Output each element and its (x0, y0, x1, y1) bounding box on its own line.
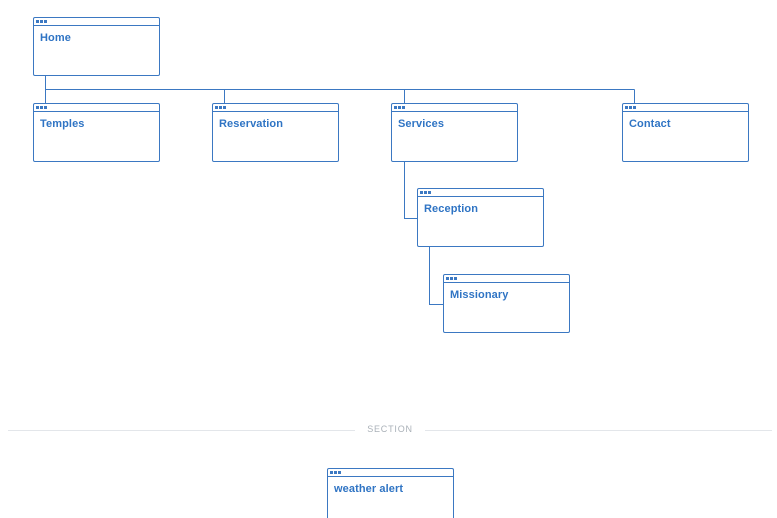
node-reception[interactable]: Reception (417, 188, 544, 247)
node-weather-alert-label: weather alert (334, 483, 404, 495)
node-contact-titlebar (623, 104, 748, 112)
node-weather-alert[interactable]: weather alert (327, 468, 454, 518)
window-dots-icon (36, 106, 47, 109)
node-temples-label: Temples (40, 118, 85, 130)
node-temples-titlebar (34, 104, 159, 112)
sitemap-diagram: Home Temples Reservation Services Contac… (0, 0, 777, 518)
node-weather-alert-titlebar (328, 469, 453, 477)
section-divider-left (8, 430, 355, 431)
node-services[interactable]: Services (391, 103, 518, 162)
window-dots-icon (625, 106, 636, 109)
connector-reception-missionary (429, 247, 443, 305)
window-dots-icon (446, 277, 457, 280)
node-contact-label: Contact (629, 118, 671, 130)
node-missionary[interactable]: Missionary (443, 274, 570, 333)
window-dots-icon (215, 106, 226, 109)
node-temples[interactable]: Temples (33, 103, 160, 162)
node-home[interactable]: Home (33, 17, 160, 76)
node-home-titlebar (34, 18, 159, 26)
window-dots-icon (330, 471, 341, 474)
node-home-label: Home (40, 32, 71, 44)
node-reservation-label: Reservation (219, 118, 284, 130)
section-divider-right (425, 430, 772, 431)
node-reception-label: Reception (424, 203, 479, 215)
connector-lines (45, 76, 635, 305)
node-contact[interactable]: Contact (622, 103, 749, 162)
window-dots-icon (420, 191, 431, 194)
window-dots-icon (394, 106, 405, 109)
node-reservation-titlebar (213, 104, 338, 112)
node-reception-titlebar (418, 189, 543, 197)
node-services-label: Services (398, 118, 445, 130)
connector-services-reception (404, 162, 417, 219)
window-dots-icon (36, 20, 47, 23)
node-missionary-titlebar (444, 275, 569, 283)
node-services-titlebar (392, 104, 517, 112)
node-reservation[interactable]: Reservation (212, 103, 339, 162)
section-label: SECTION (367, 424, 413, 434)
node-missionary-label: Missionary (450, 289, 509, 301)
